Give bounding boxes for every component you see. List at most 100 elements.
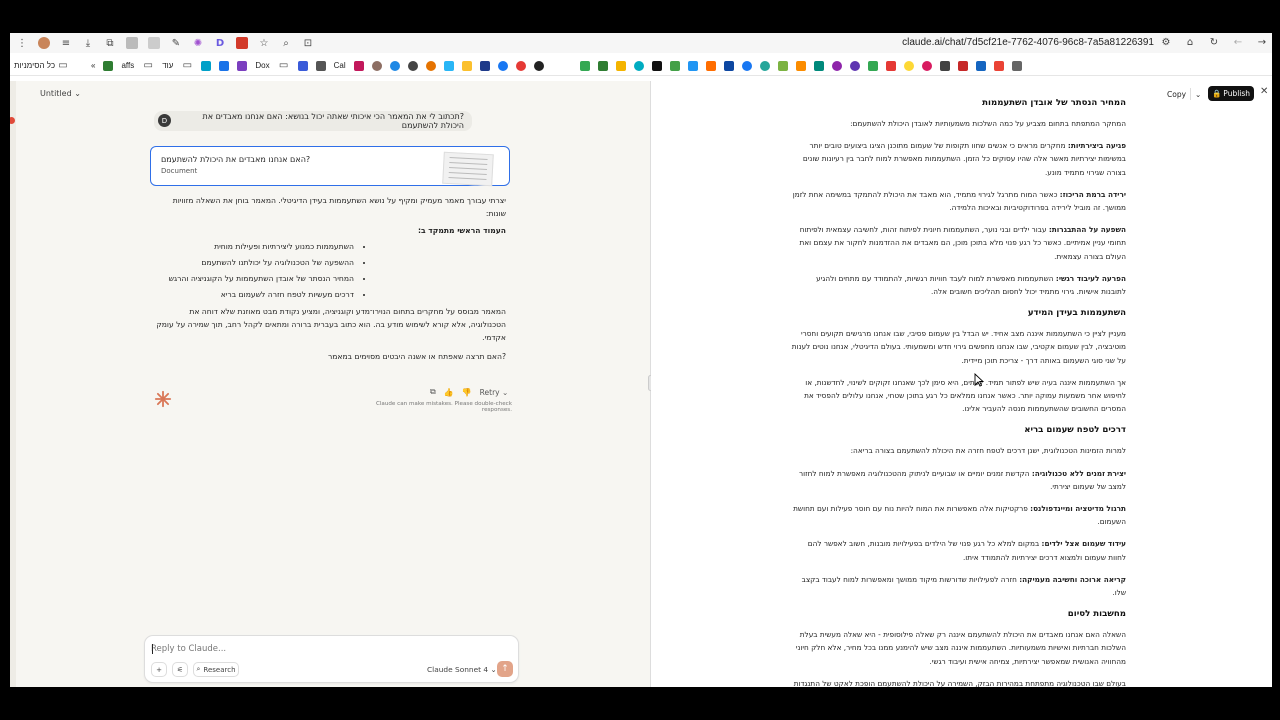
bookmark-favicon[interactable] <box>615 60 626 71</box>
answer-question: ?האם תרצה שאפתח או אשנה היבטים מסוימים ב… <box>327 352 506 361</box>
bookmark-favicon[interactable] <box>741 60 752 71</box>
bookmark-favicon[interactable] <box>975 60 986 71</box>
answer-intro: יצרתי עבורך מאמר מעמיק ומקיף על נושא השת… <box>172 196 506 218</box>
bookmark-favicon[interactable] <box>777 60 788 71</box>
bookmark-favicon[interactable] <box>831 60 842 71</box>
send-button[interactable]: ↑ <box>497 661 513 677</box>
bookmark-favicon[interactable] <box>705 60 716 71</box>
lock-icon: 🔒 <box>1211 89 1222 98</box>
bookmark-favicon[interactable] <box>103 60 114 71</box>
bookmark-cal[interactable]: Cal <box>334 61 346 70</box>
bookmark-favicon[interactable] <box>795 60 806 71</box>
bookmark-favicon[interactable] <box>867 60 878 71</box>
reload-icon[interactable]: ↻ <box>1208 36 1220 48</box>
forward-icon[interactable]: ← <box>1232 36 1244 48</box>
bookmark-star-icon[interactable]: ☆ <box>258 37 270 49</box>
conversation-title[interactable]: Untitled ⌄ <box>40 89 81 98</box>
bookmark-favicon[interactable] <box>461 60 472 71</box>
bookmark-favicon[interactable] <box>237 60 248 71</box>
thumbs-up-icon[interactable]: 👍 <box>444 388 454 397</box>
bookmark-favicon[interactable] <box>297 60 308 71</box>
menu-icon[interactable]: ⋮ <box>16 37 28 49</box>
sidebar-rail[interactable] <box>10 81 16 687</box>
extension-icon-1[interactable] <box>126 37 138 49</box>
bookmark-favicon[interactable] <box>921 60 932 71</box>
folder-icon[interactable]: ▭ <box>181 60 193 72</box>
zoom-icon[interactable]: ⌕ <box>280 37 292 49</box>
close-icon[interactable]: ✕ <box>1260 86 1268 97</box>
bookmark-favicon[interactable] <box>371 60 382 71</box>
bookmark-favicon[interactable] <box>813 60 824 71</box>
back-icon[interactable]: → <box>1256 36 1268 48</box>
folder-icon: ▭ <box>58 60 68 71</box>
bookmark-favicon[interactable] <box>353 60 364 71</box>
extension-icon-5[interactable] <box>236 37 248 49</box>
address-bar[interactable]: claude.ai/chat/7d5cf21e-7762-4076-96c8-7… <box>902 37 1154 48</box>
reading-list-icon[interactable]: ≡ <box>60 37 72 49</box>
bookmark-favicon[interactable] <box>497 60 508 71</box>
doc-paragraph: השפעה על ההתבגרות: עבור ילדים ובני נוער,… <box>791 223 1127 263</box>
bookmark-favicon[interactable] <box>957 60 968 71</box>
folder-icon[interactable]: ▭ <box>142 60 154 72</box>
bookmark-favicon[interactable] <box>579 60 590 71</box>
model-selector[interactable]: Claude Sonnet 4 ⌄ <box>427 665 497 674</box>
retry-button[interactable]: Retry ⌄ <box>480 388 509 397</box>
extension-icon-3[interactable]: ✺ <box>192 37 204 49</box>
bookmark-favicon[interactable] <box>885 60 896 71</box>
bookmark-favicon[interactable] <box>651 60 662 71</box>
bookmark-favicon[interactable] <box>993 60 1004 71</box>
install-app-icon[interactable]: ⊡ <box>302 37 314 49</box>
bookmark-favicon[interactable] <box>597 60 608 71</box>
tools-button[interactable]: ⚟ <box>172 662 188 677</box>
bookmark-more[interactable]: עוד <box>162 61 173 70</box>
profile-avatar[interactable] <box>38 37 50 49</box>
bookmark-favicon[interactable] <box>389 60 400 71</box>
chevron-down-icon[interactable]: ⌄ <box>1195 90 1201 99</box>
artifact-card-title: ?האם אנחנו מאבדים את היכולת להשתעמם <box>161 155 311 164</box>
bookmark-favicon[interactable] <box>939 60 950 71</box>
extensions-icon[interactable]: ⧉ <box>104 37 116 49</box>
paragraph-lead: תרגול מדיטציה ומיינדפולנס: <box>1030 504 1126 514</box>
home-icon[interactable]: ⌂ <box>1184 36 1196 48</box>
bookmark-favicon[interactable] <box>443 60 454 71</box>
bookmark-favicon[interactable] <box>633 60 644 71</box>
bookmark-favicon[interactable] <box>533 60 544 71</box>
thumbs-down-icon[interactable]: 👎 <box>462 388 472 397</box>
bookmark-favicon[interactable] <box>201 60 212 71</box>
bookmark-dox[interactable]: Dox <box>255 61 269 70</box>
bookmark-favicon[interactable] <box>407 60 418 71</box>
copy-icon[interactable]: ⧉ <box>430 387 436 397</box>
add-attachment-button[interactable]: + <box>151 662 167 677</box>
bookmark-favicon[interactable] <box>425 60 436 71</box>
bookmark-favicon[interactable] <box>479 60 490 71</box>
research-button[interactable]: ⌕ Research <box>193 662 239 677</box>
extension-icon-2[interactable] <box>148 37 160 49</box>
bookmark-favicon[interactable] <box>849 60 860 71</box>
bookmark-favicon[interactable] <box>669 60 680 71</box>
bookmark-favicon[interactable] <box>515 60 526 71</box>
folder-icon[interactable]: ▭ <box>278 60 290 72</box>
reply-input[interactable] <box>151 642 471 656</box>
bookmark-favicon[interactable] <box>759 60 770 71</box>
copy-button[interactable]: Copy ⌄ <box>1167 87 1201 101</box>
bookmark-favicon[interactable] <box>1011 60 1022 71</box>
answer-list: השתעממות כמנוע ליצירתיות ופעילות מוחית ה… <box>154 241 506 300</box>
artifact-card[interactable]: ?האם אנחנו מאבדים את היכולת להשתעמם Docu… <box>150 146 510 187</box>
bookmark-favicon[interactable] <box>903 60 914 71</box>
doc-paragraph: אך השתעממות איננה בעיה שיש לפתור תמיד. ל… <box>804 377 1126 414</box>
all-bookmarks-label: כל הסימניות <box>14 61 56 70</box>
paragraph-lead: פגיעה ביצירתיות: <box>1067 141 1126 151</box>
site-settings-icon[interactable]: ⚙ <box>1160 36 1172 48</box>
browser-window: ⋮ ≡ ⤓ ⧉ ✎ ✺ D ☆ ⌕ ⊡ claude.ai/chat/7d5cf… <box>10 33 1272 687</box>
all-bookmarks[interactable]: כל הסימניות ▭ <box>14 60 69 72</box>
bookmark-favicon[interactable] <box>723 60 734 71</box>
bookmark-affs[interactable]: affs <box>121 61 134 70</box>
publish-button[interactable]: 🔒 Publish <box>1208 86 1254 101</box>
pen-icon[interactable]: ✎ <box>170 37 182 49</box>
extension-icon-4[interactable]: D <box>214 37 226 49</box>
bookmark-favicon[interactable] <box>315 60 326 71</box>
more-bookmarks-button[interactable]: « <box>91 61 95 70</box>
bookmark-favicon[interactable] <box>219 60 230 71</box>
bookmark-favicon[interactable] <box>687 60 698 71</box>
download-icon[interactable]: ⤓ <box>82 37 94 49</box>
